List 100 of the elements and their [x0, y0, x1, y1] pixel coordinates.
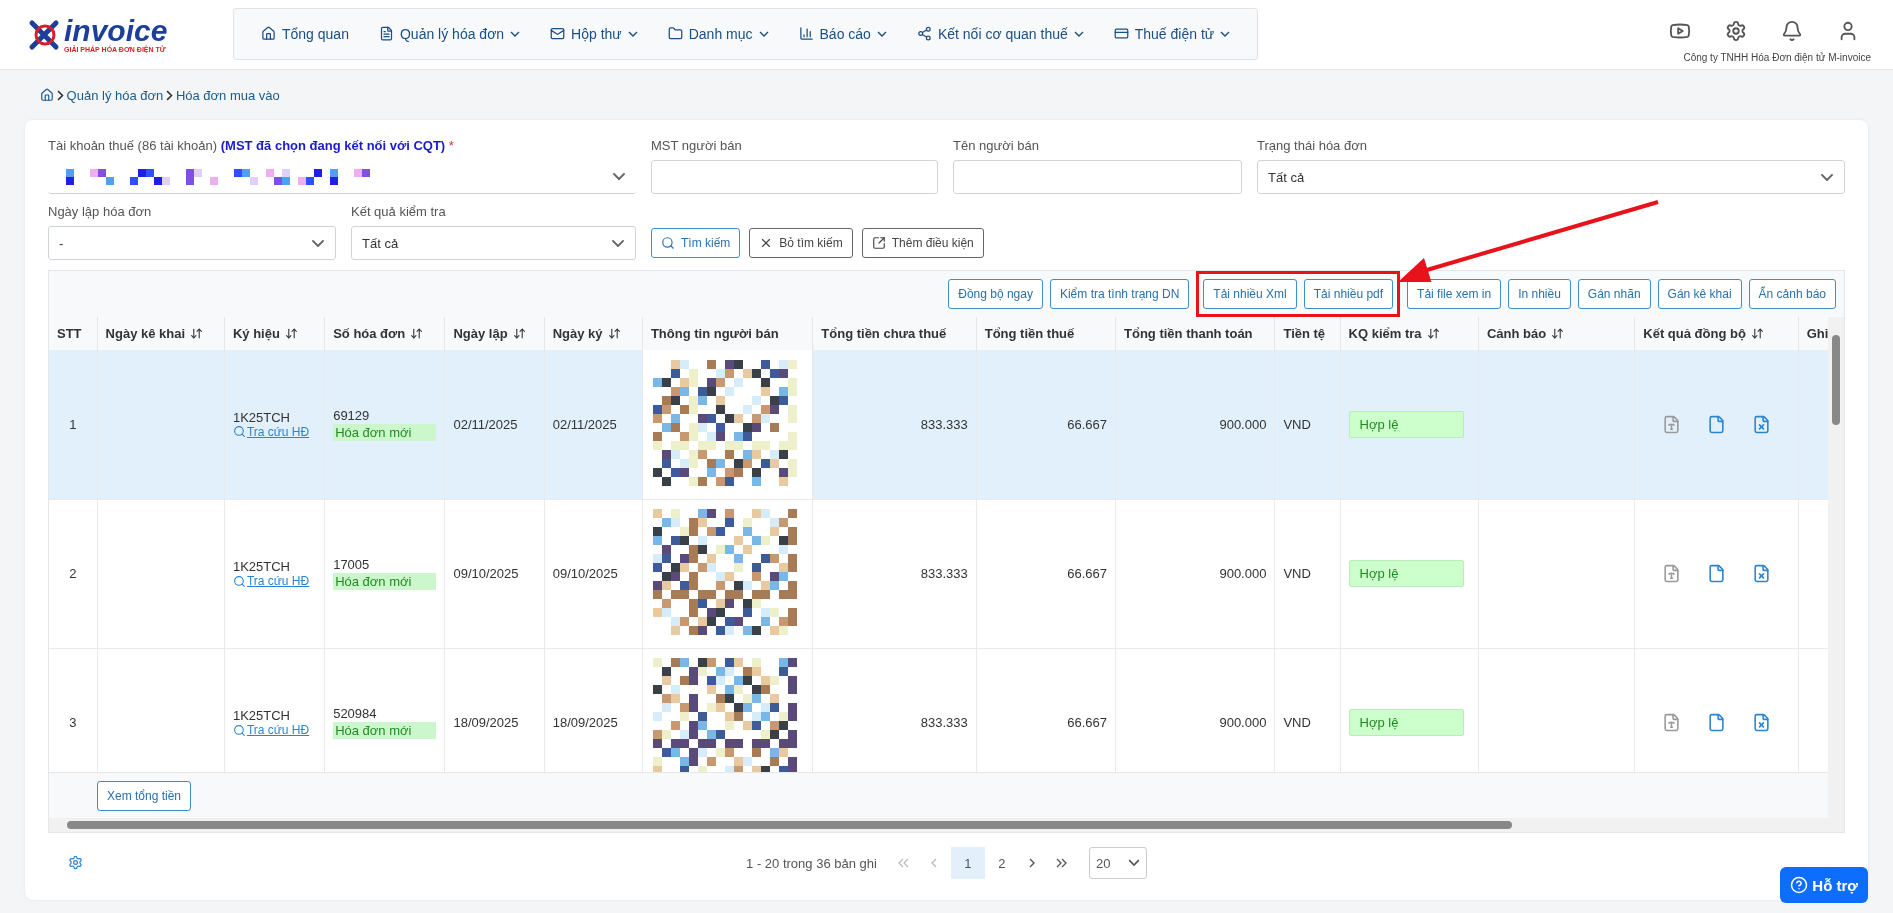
chevron-down-icon [876, 30, 887, 37]
filter-button[interactable]: Thêm điều kiện [861, 228, 984, 258]
horizontal-scrollbar[interactable] [49, 818, 1828, 832]
column-header: Tổng tiền chưa thuế [812, 317, 977, 350]
table-row[interactable]: 1 1K25TCH Tra cứu HĐ 69129 Hóa đơn mới 02/11/2025 02/11/2025 833.333 66.667 900.000 VND Hợp lệ [49, 350, 1828, 499]
field-label: Trạng thái hóa đơn [1257, 138, 1368, 153]
breadcrumb-link[interactable]: Hóa đơn mua vào [175, 87, 280, 103]
document-icon[interactable] [1706, 564, 1726, 583]
chevron-down-icon [1820, 172, 1834, 182]
document-icon[interactable] [1706, 713, 1726, 732]
record-count: 1 - 20 trong 36 bản ghi [746, 855, 877, 871]
nav-item[interactable]: Kết nối cơ quan thuế [903, 19, 1097, 48]
sort-icon[interactable] [1750, 327, 1764, 340]
column-header[interactable]: KQ kiểm tra [1340, 317, 1479, 350]
status-badge: Hợp lệ [1348, 709, 1464, 736]
sort-icon[interactable] [1551, 327, 1565, 340]
table-cell: VND [1274, 350, 1341, 499]
document-icon[interactable] [1661, 713, 1681, 732]
column-header[interactable]: Cảnh báo [1478, 317, 1635, 350]
settings-icon[interactable] [68, 855, 83, 870]
column-header: Tổng tiền thuế [976, 317, 1116, 350]
chevron-right-icon [57, 89, 64, 101]
table-cell-text: 17005 [333, 557, 371, 572]
notification-icon[interactable] [1781, 20, 1803, 42]
share-icon [916, 26, 932, 41]
status-badge: Hợp lệ [1348, 560, 1464, 587]
spreadsheet-icon[interactable] [1751, 564, 1771, 583]
column-header[interactable]: Ngày lập [444, 317, 545, 350]
document-icon[interactable] [1661, 564, 1681, 583]
column-header: Thông tin người bán [642, 317, 813, 350]
double-chevron-right-icon [1056, 858, 1068, 868]
chevron-down-icon [758, 30, 769, 37]
search-icon[interactable] [232, 574, 246, 588]
search-icon[interactable] [232, 723, 246, 737]
nav-item[interactable]: Hộp thư [537, 19, 651, 48]
search-icon[interactable] [232, 425, 246, 439]
document-icon [378, 26, 394, 41]
column-header[interactable]: Ngày kê khai [97, 317, 225, 350]
toolbar-button[interactable]: Tải file xem in [1407, 279, 1502, 309]
nav-item[interactable]: Tổng quan [248, 19, 362, 48]
help-button[interactable]: Hỗ trợ [1780, 867, 1868, 903]
toolbar-button[interactable]: Tải nhiều pdf [1303, 279, 1394, 309]
column-header[interactable]: Số hóa đơn [324, 317, 445, 350]
status-tag: Hóa đơn mới [333, 573, 437, 590]
lookup-link[interactable]: Tra cứu HĐ [246, 723, 310, 737]
page-button[interactable]: 2 [988, 847, 1015, 879]
column-header[interactable]: Kết quả đồng bộ [1634, 317, 1799, 350]
document-icon[interactable] [1706, 414, 1726, 434]
sort-icon[interactable] [284, 327, 298, 340]
date-select[interactable]: - [48, 226, 336, 260]
nav-item[interactable]: Thuế điện tử [1100, 19, 1244, 48]
sort-icon[interactable] [1426, 327, 1440, 340]
chevron-down-icon [510, 30, 521, 37]
total-button[interactable]: Xem tổng tiền [97, 780, 192, 811]
sort-icon[interactable] [190, 327, 204, 340]
field-label: MST người bán [651, 138, 743, 153]
nav-item[interactable]: Quản lý hóa đơn [365, 19, 534, 48]
chevron-right-icon [1028, 858, 1035, 868]
logo-text: invoice [64, 16, 168, 46]
table-cell: 1 [49, 350, 98, 499]
lookup-link[interactable]: Tra cứu HĐ [246, 424, 310, 439]
column-header[interactable]: Ngày ký [544, 317, 643, 350]
status-select[interactable]: Tất cả [1257, 160, 1845, 194]
input-field[interactable] [651, 160, 938, 194]
spreadsheet-icon[interactable] [1751, 414, 1771, 434]
chevron-down-icon [1220, 30, 1231, 37]
result-select[interactable]: Tất cả [351, 226, 636, 260]
page-size-select[interactable]: 20 [1088, 847, 1147, 879]
table-row[interactable]: 2 1K25TCH Tra cứu HĐ 17005 Hóa đơn mới 09/10/2025 09/10/2025 833.333 66.667 900.000 VND Hợp lệ [49, 499, 1828, 648]
table-cell-text: 69129 [333, 407, 371, 423]
table-row[interactable]: 3 1K25TCH Tra cứu HĐ 520984 Hóa đơn mới 18/09/2025 18/09/2025 833.333 66.667 900.000 VND Hợp lệ [49, 648, 1828, 772]
double-chevron-left-icon [898, 858, 910, 868]
filter-button[interactable]: Bỏ tìm kiếm [749, 228, 853, 258]
folder-icon [667, 26, 683, 41]
spreadsheet-icon[interactable] [1751, 713, 1771, 732]
input-field[interactable] [953, 160, 1242, 194]
lookup-link[interactable]: Tra cứu HĐ [246, 574, 310, 588]
page-button[interactable]: 1 [950, 847, 985, 879]
toolbar-button[interactable]: Gán nhãn [1577, 279, 1651, 309]
sort-icon[interactable] [607, 327, 621, 340]
filter-button[interactable]: Tìm kiếm [651, 228, 741, 258]
table-cell: 900.000 [1115, 350, 1275, 499]
nav-item[interactable]: Báo cáo [785, 19, 900, 48]
document-icon[interactable] [1661, 414, 1681, 434]
home-icon[interactable] [40, 88, 54, 102]
toolbar-button[interactable]: In nhiều [1508, 279, 1571, 309]
toolbar-button[interactable]: Gán kê khai [1657, 279, 1742, 309]
toolbar-button[interactable]: Ẩn cảnh báo [1748, 279, 1836, 309]
settings-icon[interactable] [1725, 20, 1747, 42]
column-header[interactable]: Ký hiệu [224, 317, 325, 350]
nav-item[interactable]: Danh mục [654, 19, 782, 48]
status-tag: Hóa đơn mới [333, 423, 437, 441]
toolbar-button[interactable]: Kiểm tra tình trạng DN [1049, 279, 1190, 309]
toolbar-button[interactable]: Tải nhiều Xml [1203, 279, 1297, 309]
sort-icon[interactable] [410, 327, 424, 340]
breadcrumb-link[interactable]: Quản lý hóa đơn [66, 87, 164, 103]
field-label: Ngày lập hóa đơn [48, 204, 153, 219]
toolbar-button[interactable]: Đồng bộ ngay [948, 279, 1043, 309]
sort-icon[interactable] [512, 327, 526, 340]
vertical-scrollbar[interactable] [1828, 317, 1844, 832]
